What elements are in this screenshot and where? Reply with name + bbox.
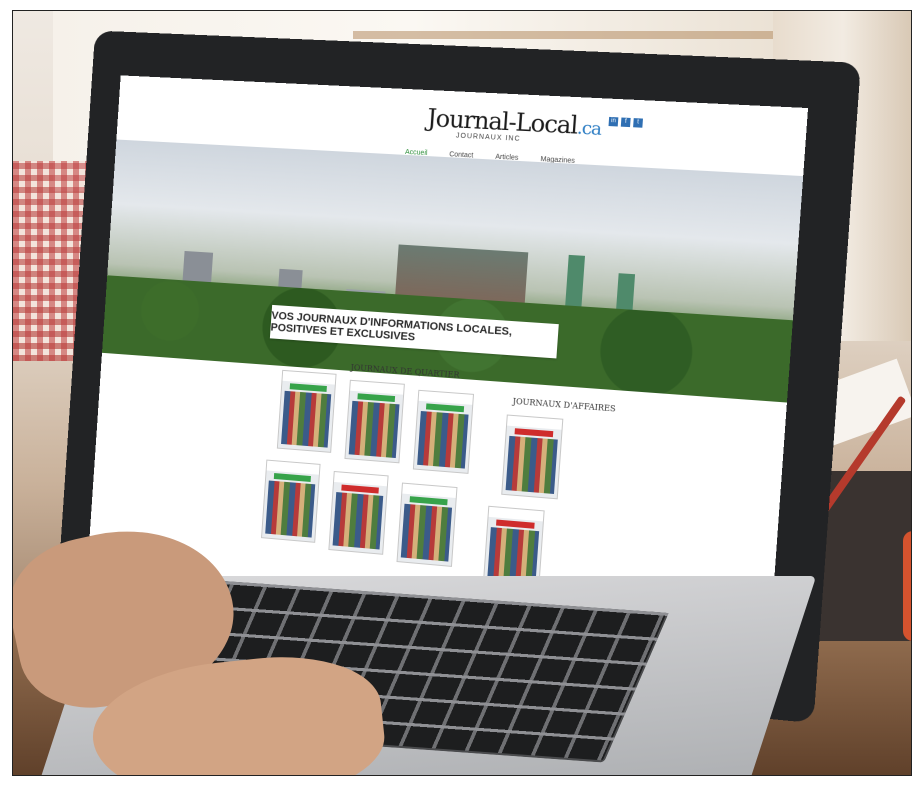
hero-cityscape [101,139,804,403]
section-title-affaires: JOURNAUX D'AFFAIRES [512,396,616,414]
twitter-icon[interactable]: t [633,118,643,128]
journal-cover[interactable] [344,379,405,464]
journal-cover[interactable] [501,414,564,500]
linkedin-icon[interactable]: in [608,116,619,127]
facebook-icon[interactable]: f [620,117,631,128]
journal-cover[interactable] [412,389,475,474]
social-links: in f t [608,116,643,128]
window-bar [353,31,773,39]
journal-cover[interactable] [396,482,458,567]
logo-suffix: .ca [576,117,602,140]
journal-cover[interactable] [261,459,321,543]
mug [903,531,911,641]
journal-cover[interactable] [276,369,337,453]
photo-frame: Journal-Local.ca JOURNAUX INC in f t Acc… [12,10,912,776]
journal-cover[interactable] [328,470,389,555]
